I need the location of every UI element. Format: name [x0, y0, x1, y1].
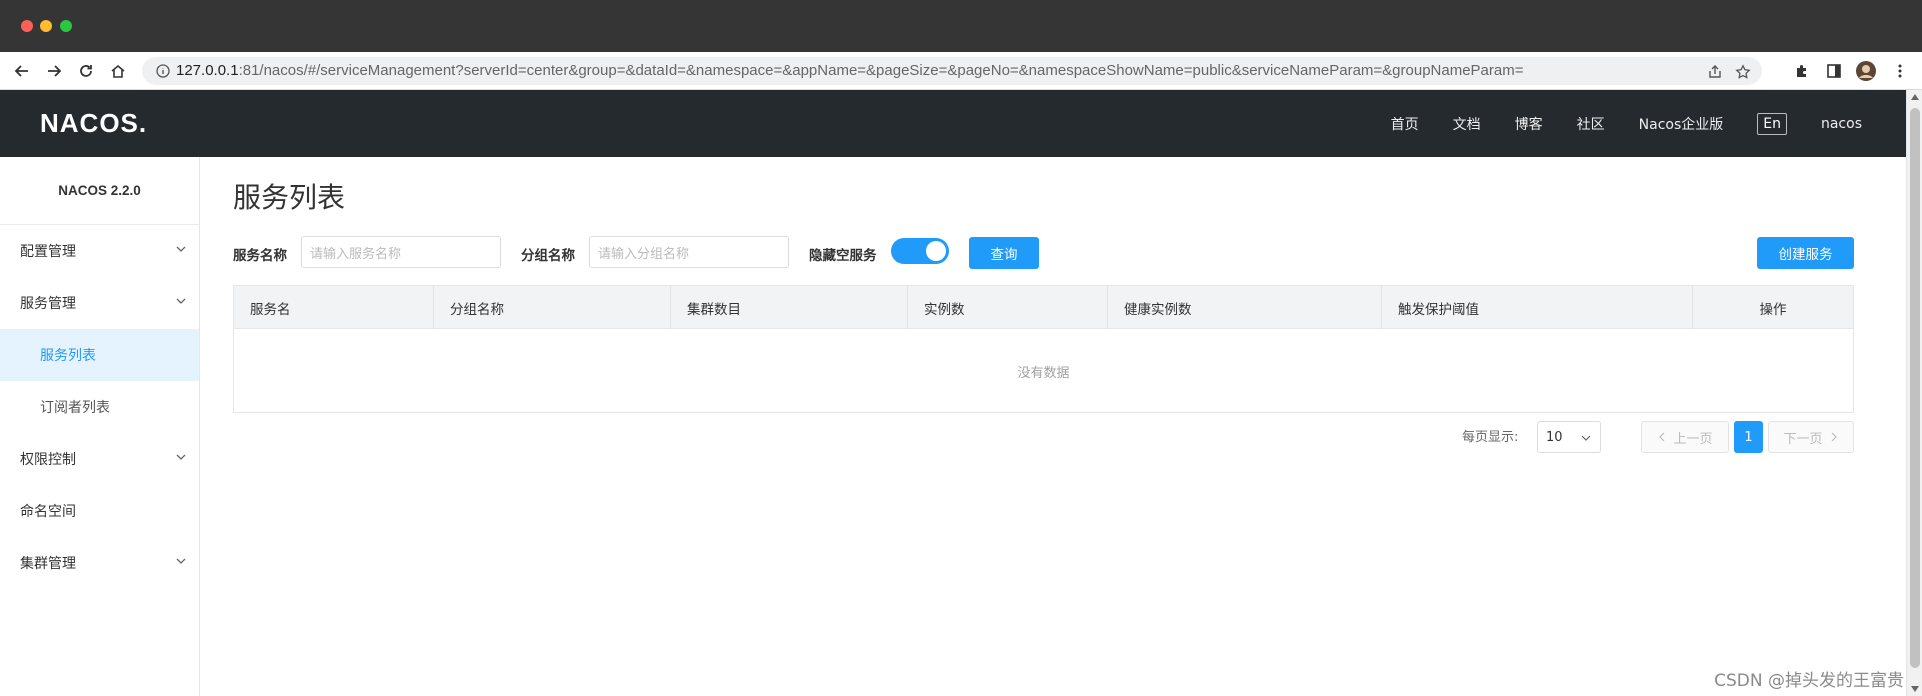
nacos-logo[interactable]: NACOS. [40, 108, 147, 139]
scroll-thumb[interactable] [1910, 108, 1920, 668]
sidebar-item-label: 服务列表 [40, 348, 96, 364]
nav-home[interactable]: 首页 [1391, 114, 1419, 134]
top-nav-links: 首页 文档 博客 社区 Nacos企业版 En nacos [1357, 90, 1862, 157]
chevron-down-icon [176, 298, 186, 304]
page-size-label: 每页显示: [1462, 430, 1519, 445]
puzzle-icon [1797, 65, 1806, 77]
col-group-name[interactable]: 分组名称 [434, 286, 671, 329]
chevron-down-icon [176, 246, 186, 252]
scroll-down-arrow-icon[interactable] [1911, 686, 1919, 692]
next-page-label: 下一页 [1783, 431, 1823, 447]
empty-state-text: 没有数据 [1017, 365, 1070, 381]
page-title: 服务列表 [233, 181, 346, 214]
col-service-name[interactable]: 服务名 [234, 286, 434, 329]
language-switch-button[interactable]: En [1757, 112, 1787, 135]
sidebar-item-label: 订阅者列表 [40, 400, 110, 416]
col-healthy-count[interactable]: 健康实例数 [1108, 286, 1382, 329]
chevron-down-icon [176, 454, 186, 460]
nav-enterprise[interactable]: Nacos企业版 [1639, 114, 1724, 134]
sidebar: NACOS 2.2.0 配置管理 服务管理 服务列表 订阅者列表 权限控制 命名… [0, 157, 200, 696]
hide-empty-toggle[interactable] [891, 238, 949, 264]
group-name-input[interactable] [589, 236, 789, 268]
scroll-up-arrow-icon[interactable] [1911, 94, 1919, 100]
col-instance-count[interactable]: 实例数 [908, 286, 1108, 329]
chevron-down-icon [176, 558, 186, 564]
watermark: CSDN @掉头发的王富贵 [1714, 671, 1904, 691]
home-button[interactable] [106, 59, 130, 83]
browser-titlebar [0, 0, 1922, 52]
back-button[interactable] [10, 59, 34, 83]
col-actions: 操作 [1759, 301, 1787, 318]
group-name-label: 分组名称 [521, 248, 575, 264]
avatar-icon [1856, 61, 1876, 81]
toggle-knob [926, 241, 946, 261]
top-navbar: NACOS. 首页 文档 博客 社区 Nacos企业版 En nacos [0, 90, 1906, 157]
sidebar-item-config[interactable]: 配置管理 [0, 225, 199, 277]
sidebar-item-label: 配置管理 [20, 244, 76, 260]
create-service-button[interactable]: 创建服务 [1757, 237, 1854, 269]
reload-button[interactable] [74, 59, 98, 83]
sidebar-item-label: 集群管理 [20, 556, 76, 572]
chevron-right-icon [1831, 432, 1837, 442]
service-name-input[interactable] [301, 236, 501, 268]
sidebar-item-namespace[interactable]: 命名空间 [0, 485, 199, 537]
reload-icon [80, 65, 92, 77]
main-content: 服务列表 服务名称 分组名称 隐藏空服务 查询 创建服务 服务名 分组名称 集群… [200, 157, 1906, 696]
maximize-window-button[interactable] [60, 20, 72, 32]
page-size-select[interactable]: 10 [1537, 421, 1601, 453]
sidebar-item-service-list[interactable]: 服务列表 [0, 329, 199, 381]
bookmark-star-icon[interactable] [1732, 61, 1754, 83]
nav-docs[interactable]: 文档 [1453, 114, 1481, 134]
sidebar-item-service[interactable]: 服务管理 [0, 277, 199, 329]
col-protect-threshold[interactable]: 触发保护阈值 [1382, 286, 1693, 329]
page-size-value: 10 [1546, 429, 1563, 445]
service-table: 服务名 分组名称 集群数目 实例数 健康实例数 触发保护阈值 操作 没有数据 [233, 285, 1854, 413]
side-panel-button[interactable] [1822, 59, 1846, 83]
url-host: 127.0.0.1 [176, 62, 239, 79]
sidebar-item-label: 命名空间 [20, 504, 76, 520]
sidebar-item-auth[interactable]: 权限控制 [0, 433, 199, 485]
arrow-left-icon [14, 65, 28, 77]
side-panel-icon [1827, 64, 1841, 78]
browser-toolbar: 127.0.0.1:81/nacos/#/serviceManagement?s… [0, 52, 1922, 90]
sidebar-item-subscribers[interactable]: 订阅者列表 [0, 381, 199, 433]
table-header: 服务名 分组名称 集群数目 实例数 健康实例数 触发保护阈值 操作 [234, 286, 1853, 329]
nav-blog[interactable]: 博客 [1515, 114, 1543, 134]
prev-page-label: 上一页 [1673, 431, 1713, 447]
user-menu[interactable]: nacos [1821, 116, 1862, 132]
sidebar-item-cluster[interactable]: 集群管理 [0, 537, 199, 589]
kebab-menu-icon [1898, 64, 1902, 78]
page-number-current[interactable]: 1 [1734, 421, 1763, 453]
prev-page-button[interactable]: 上一页 [1641, 421, 1729, 453]
address-bar[interactable]: 127.0.0.1:81/nacos/#/serviceManagement?s… [142, 57, 1762, 85]
chevron-down-icon [1581, 435, 1591, 441]
profile-avatar[interactable] [1854, 59, 1878, 83]
page-scrollbar[interactable] [1906, 90, 1922, 696]
version-title: NACOS 2.2.0 [0, 157, 199, 225]
minimize-window-button[interactable] [40, 20, 52, 32]
sidebar-item-label: 权限控制 [20, 452, 76, 468]
sidebar-item-label: 服务管理 [20, 296, 76, 312]
browser-menu-button[interactable] [1888, 59, 1912, 83]
chevron-left-icon [1659, 432, 1665, 442]
home-icon [111, 64, 125, 78]
nacos-app: NACOS. 首页 文档 博客 社区 Nacos企业版 En nacos NAC… [0, 90, 1922, 696]
info-icon[interactable] [154, 62, 172, 80]
url-path: :81/nacos/#/serviceManagement?serverId=c… [238, 62, 1524, 79]
nav-community[interactable]: 社区 [1577, 114, 1605, 134]
col-cluster-count[interactable]: 集群数目 [671, 286, 908, 329]
close-window-button[interactable] [21, 20, 33, 32]
extensions-button[interactable] [1790, 59, 1814, 83]
share-icon[interactable] [1704, 61, 1726, 83]
url-text: 127.0.0.1:81/nacos/#/serviceManagement?s… [176, 62, 1524, 79]
service-name-label: 服务名称 [233, 248, 287, 264]
hide-empty-label: 隐藏空服务 [809, 248, 877, 264]
forward-button[interactable] [42, 59, 66, 83]
next-page-button[interactable]: 下一页 [1768, 421, 1854, 453]
arrow-right-icon [48, 65, 62, 77]
query-button[interactable]: 查询 [969, 237, 1039, 269]
